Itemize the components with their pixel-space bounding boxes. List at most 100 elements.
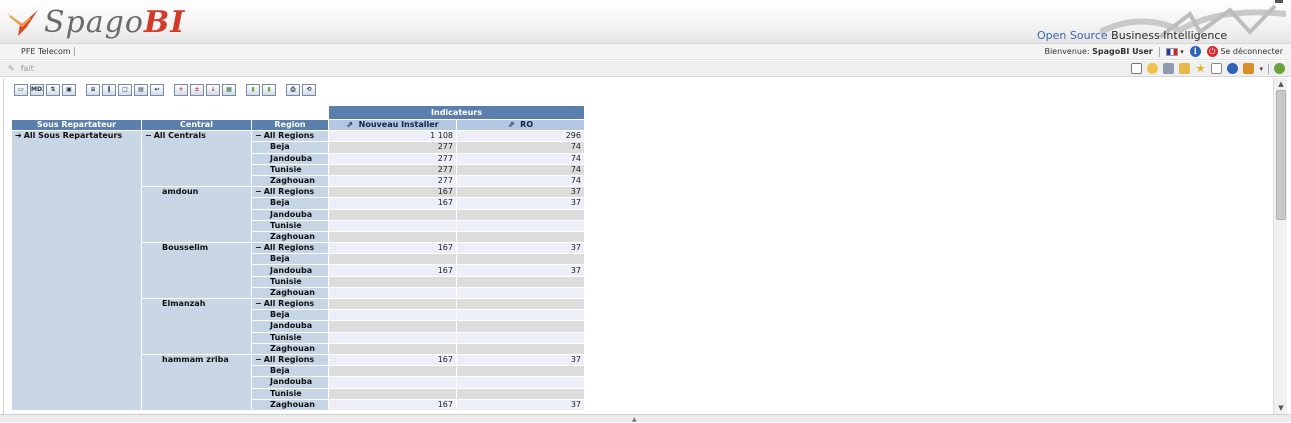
row-member-region[interactable]: Beja xyxy=(251,197,329,210)
row-member-region[interactable]: Tunisie xyxy=(251,275,329,288)
cell-ro: 74 xyxy=(456,152,585,165)
row-member-region[interactable]: − All Regions xyxy=(251,130,329,143)
cell-ro xyxy=(456,208,585,221)
pivot-table: Indicateurs Sous Repartateur Central Reg… xyxy=(11,105,585,411)
info-icon[interactable]: i xyxy=(1189,46,1201,57)
row-member-region[interactable]: Tunisie xyxy=(251,163,329,176)
chart-icon[interactable]: ▮ xyxy=(246,84,260,96)
row-member-region[interactable]: Jandouba xyxy=(251,376,329,389)
row-member-region[interactable]: − All Regions xyxy=(251,353,329,367)
scrollbar-thumb[interactable] xyxy=(1276,90,1286,220)
drill-through-table-icon[interactable]: ▦ xyxy=(222,84,236,96)
hide-empty-cols-icon[interactable]: ‖ xyxy=(102,84,116,96)
collapse-minus-icon[interactable]: − xyxy=(255,243,262,252)
collapse-minus-icon[interactable]: − xyxy=(255,355,262,364)
row-member-region[interactable]: Beja xyxy=(251,141,329,154)
row-member-region[interactable]: Zaghouan xyxy=(251,398,329,411)
row-member-region[interactable]: Tunisie xyxy=(251,331,329,344)
notes-icon[interactable] xyxy=(1211,63,1223,74)
row-member-region[interactable]: Tunisie xyxy=(251,387,329,400)
row-member-region[interactable]: Jandouba xyxy=(251,208,329,221)
swap-axes-icon[interactable]: □ xyxy=(118,84,132,96)
collapse-minus-icon[interactable]: − xyxy=(255,131,262,140)
menu-item-project[interactable]: PFE Telecom xyxy=(21,47,71,56)
cube-navigator-icon[interactable]: ▭ xyxy=(14,84,28,96)
member-label: Jandouba xyxy=(270,265,313,275)
member-label: amdoun xyxy=(162,187,199,197)
window-control-icon[interactable] xyxy=(1275,0,1283,3)
cell-ro: 74 xyxy=(456,174,585,188)
logout-link[interactable]: ⏻ Se déconnecter xyxy=(1206,46,1283,57)
menu-separator xyxy=(73,47,75,56)
chevron-down-icon[interactable]: ▾ xyxy=(1259,65,1263,73)
restore-window-icon[interactable] xyxy=(1131,63,1143,74)
collapse-minus-icon[interactable]: − xyxy=(255,299,262,308)
row-member-central[interactable]: hammam zriba xyxy=(141,353,252,411)
refresh-icon[interactable] xyxy=(1147,63,1159,74)
row-member-central[interactable]: Elmanzah xyxy=(141,298,252,355)
favorite-star-icon[interactable]: ★ xyxy=(1195,63,1206,74)
row-member-central[interactable]: − All Centrals xyxy=(141,130,252,188)
row-member-region[interactable]: Jandouba xyxy=(251,264,329,277)
hide-empty-rows-icon[interactable]: ≡ xyxy=(86,84,100,96)
row-member-region[interactable]: − All Regions xyxy=(251,297,329,311)
scroll-up-icon[interactable]: ▲ xyxy=(1274,78,1288,90)
print-icon[interactable]: ⎙ xyxy=(286,84,300,96)
row-member-region[interactable]: − All Regions xyxy=(251,186,329,199)
send-mail-icon[interactable] xyxy=(1179,63,1191,74)
save-icon[interactable]: ▣ xyxy=(62,84,76,96)
row-member-region[interactable]: Tunisie xyxy=(251,219,329,232)
row-member-region[interactable]: Jandouba xyxy=(251,320,329,333)
measure-header-ro[interactable]: ⇗ RO xyxy=(456,118,585,132)
row-member-sous-repartateur[interactable]: ➔ All Sous Repartateurs xyxy=(11,130,142,411)
document-toolbar: ✎ fait ★ ▾ xyxy=(0,61,1291,77)
row-member-central[interactable]: amdoun xyxy=(141,186,252,244)
collapse-minus-icon[interactable]: − xyxy=(145,131,152,140)
print-icon[interactable] xyxy=(1163,63,1175,74)
row-member-region[interactable]: Beja xyxy=(251,253,329,266)
cell-nouveau-installer xyxy=(328,219,457,232)
row-member-region[interactable]: Beja xyxy=(251,309,329,322)
member-label: Tunisie xyxy=(270,276,302,286)
cell-nouveau-installer xyxy=(328,365,457,378)
row-member-region[interactable]: Jandouba xyxy=(251,152,329,165)
export-menu-icon[interactable] xyxy=(1243,63,1255,74)
language-selector[interactable]: ▾ xyxy=(1165,47,1184,56)
member-label: hammam zriba xyxy=(162,354,229,364)
member-label: All Regions xyxy=(263,355,315,365)
header-tagline: Open Source Business Intelligence xyxy=(1037,29,1227,42)
settings-gear-icon[interactable] xyxy=(1274,63,1285,74)
collapse-minus-icon[interactable]: − xyxy=(255,187,262,196)
metadata-info-icon[interactable] xyxy=(1227,63,1239,74)
row-member-region[interactable]: Beja xyxy=(251,365,329,378)
member-label: Zaghouan xyxy=(270,287,315,297)
expand-arrow-icon[interactable]: ➔ xyxy=(15,131,22,140)
bottom-resize-bar[interactable]: ▲ xyxy=(0,414,1291,423)
row-member-region[interactable]: Zaghouan xyxy=(251,342,329,355)
row-member-region[interactable]: − All Regions xyxy=(251,242,329,255)
row-member-region[interactable]: Zaghouan xyxy=(251,286,329,300)
row-member-region[interactable]: Zaghouan xyxy=(251,174,329,188)
drill-position-icon[interactable]: ± xyxy=(190,84,204,96)
cell-nouveau-installer xyxy=(328,230,457,244)
drill-through-icon[interactable]: ↓ xyxy=(206,84,220,96)
sort-icon[interactable]: ⇅ xyxy=(46,84,60,96)
excel-export-icon[interactable]: ⟲ xyxy=(302,84,316,96)
sort-arrow-icon: ⇗ xyxy=(346,120,354,130)
menu-separator xyxy=(1158,46,1160,57)
drill-member-icon[interactable]: + xyxy=(174,84,188,96)
drill-replace-icon[interactable]: ↩ xyxy=(150,84,164,96)
member-label: Zaghouan xyxy=(270,343,315,353)
cell-ro xyxy=(456,230,585,244)
cell-ro xyxy=(456,253,585,266)
vertical-scrollbar[interactable]: ▲ ▼ xyxy=(1273,78,1287,414)
member-label: All Regions xyxy=(263,243,315,253)
cell-nouveau-installer xyxy=(328,387,457,400)
row-member-central[interactable]: Bousselim xyxy=(141,242,252,299)
measure-header-nouveau-installer[interactable]: ⇗ Nouveau Installer xyxy=(328,118,457,132)
mdx-editor-icon[interactable]: MDX xyxy=(30,84,44,96)
scroll-down-icon[interactable]: ▼ xyxy=(1274,402,1288,414)
show-parent-icon[interactable]: ▤ xyxy=(134,84,148,96)
row-member-region[interactable]: Zaghouan xyxy=(251,230,329,244)
chart-config-icon[interactable]: ▮ xyxy=(262,84,276,96)
